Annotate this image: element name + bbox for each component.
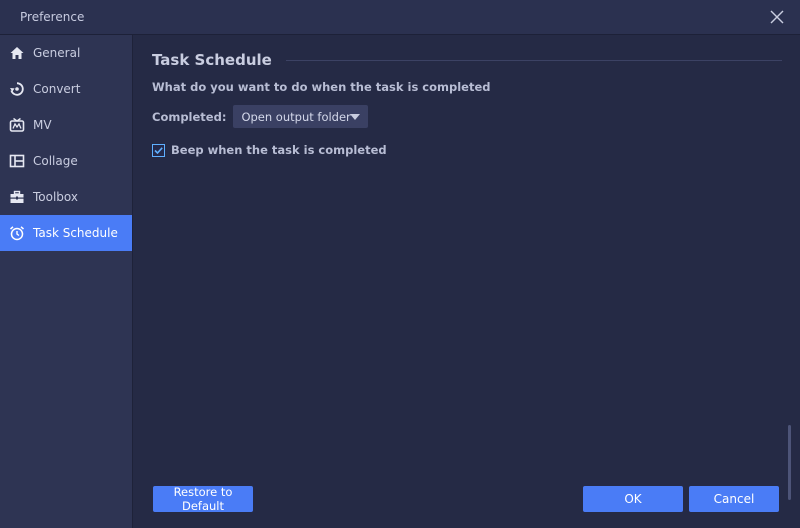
section-title: Task Schedule (152, 51, 272, 69)
sidebar-item-mv[interactable]: MV (0, 107, 132, 143)
close-icon[interactable] (768, 8, 786, 26)
settings-panel: Task Schedule What do you want to do whe… (134, 35, 800, 528)
sidebar-item-general[interactable]: General (0, 35, 132, 71)
section-divider (285, 59, 782, 61)
window-title: Preference (20, 10, 85, 24)
beep-label: Beep when the task is completed (171, 143, 387, 157)
sidebar-item-collage[interactable]: Collage (0, 143, 132, 179)
title-bar: Preference (0, 0, 800, 35)
sidebar-item-task-schedule[interactable]: Task Schedule (0, 215, 132, 251)
sidebar: General Convert MV Collage Toolbox Task … (0, 35, 133, 528)
sidebar-item-label: MV (33, 118, 52, 132)
sidebar-item-label: General (33, 46, 81, 60)
ok-button[interactable]: OK (583, 486, 683, 512)
sidebar-item-label: Convert (33, 82, 81, 96)
mv-icon (9, 117, 25, 133)
sidebar-item-label: Task Schedule (33, 226, 118, 240)
preference-window: Preference General Convert MV Collage To… (0, 0, 800, 528)
sidebar-item-label: Toolbox (33, 190, 78, 204)
checkmark-icon (154, 146, 163, 154)
sidebar-item-convert[interactable]: Convert (0, 71, 132, 107)
completed-row: Completed: Open output folder (152, 105, 369, 128)
beep-row: Beep when the task is completed (152, 143, 387, 157)
completed-action-select[interactable]: Open output folder (233, 105, 369, 128)
alarm-clock-icon (9, 225, 25, 241)
restore-default-button[interactable]: Restore to Default (153, 485, 253, 513)
convert-icon (9, 81, 25, 97)
sidebar-item-toolbox[interactable]: Toolbox (0, 179, 132, 215)
dropdown-arrow-icon (350, 114, 361, 120)
section-header: Task Schedule (152, 51, 782, 69)
scrollbar[interactable] (788, 425, 791, 500)
cancel-button[interactable]: Cancel (689, 486, 779, 512)
toolbox-icon (9, 189, 25, 205)
completed-label: Completed: (152, 109, 227, 124)
sidebar-item-label: Collage (33, 154, 78, 168)
task-question-label: What do you want to do when the task is … (152, 80, 491, 94)
completed-action-value: Open output folder (241, 109, 351, 124)
collage-icon (9, 153, 25, 169)
home-icon (9, 45, 25, 61)
beep-checkbox[interactable] (152, 143, 165, 157)
